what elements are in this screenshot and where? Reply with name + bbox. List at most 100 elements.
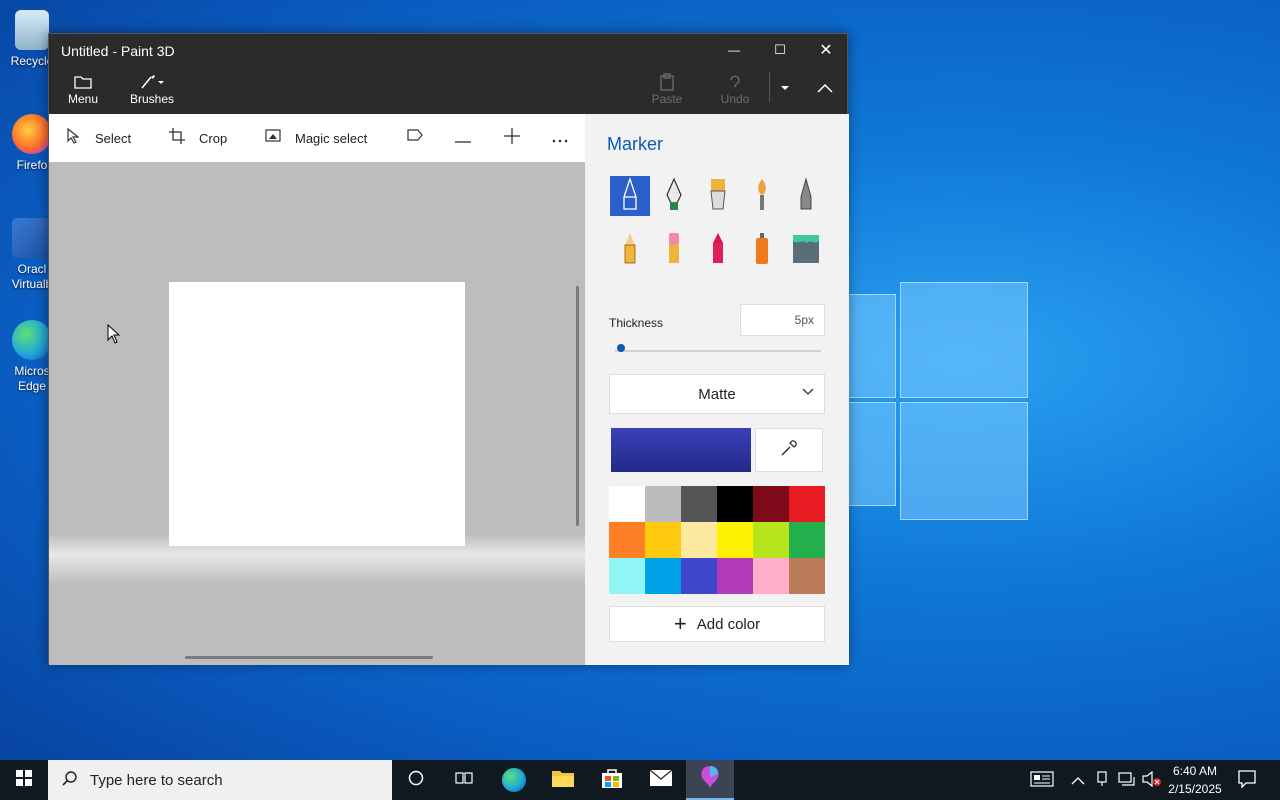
add-color-button[interactable]: + Add color (609, 606, 825, 642)
taskbar-file-explorer[interactable] (539, 760, 587, 800)
color-swatch[interactable] (789, 558, 825, 594)
volume-button[interactable] (1142, 760, 1162, 800)
color-swatch[interactable] (645, 558, 681, 594)
horizontal-scrollbar[interactable] (185, 656, 433, 659)
minus-icon (455, 130, 471, 147)
color-swatch[interactable] (717, 558, 753, 594)
brush-fill-bucket[interactable] (786, 230, 826, 270)
virtualbox-icon (12, 218, 52, 258)
windows-wallpaper-logo (848, 282, 1028, 522)
thickness-slider[interactable] (615, 350, 821, 352)
color-swatch[interactable] (609, 522, 645, 558)
more-options-button[interactable] (552, 130, 568, 147)
brushes-button[interactable]: Brushes (129, 72, 175, 106)
folder-icon (551, 768, 575, 793)
brush-oil[interactable] (698, 176, 738, 216)
network-button[interactable] (1118, 760, 1136, 800)
action-center-button[interactable] (1238, 760, 1256, 800)
brush-pencil[interactable] (610, 230, 650, 270)
eraser-icon (664, 231, 684, 270)
network-icon (1118, 771, 1136, 790)
paint3d-window: Untitled - Paint 3D — ☐ ✕ Menu Brushes P… (48, 33, 849, 665)
maximize-button[interactable]: ☐ (757, 34, 803, 66)
taskbar-search-box[interactable]: Type here to search (48, 760, 392, 800)
magic-select-label: Magic select (295, 130, 368, 146)
color-swatch[interactable] (789, 486, 825, 522)
color-swatch[interactable] (645, 486, 681, 522)
usb-device-button[interactable] (1095, 760, 1109, 800)
eyedropper-button[interactable] (755, 428, 823, 472)
crop-tool[interactable]: Crop (169, 128, 227, 148)
taskbar-edge[interactable] (490, 760, 538, 800)
close-button[interactable]: ✕ (803, 34, 849, 66)
mouse-cursor-icon (107, 323, 121, 344)
clock-time: 6:40 AM (1172, 764, 1218, 778)
brush-eraser[interactable] (654, 230, 694, 270)
zoom-in-button[interactable] (504, 128, 520, 148)
menu-button[interactable]: Menu (63, 72, 103, 106)
pencil-icon (620, 231, 640, 270)
news-icon (1030, 770, 1054, 790)
paste-button[interactable]: Paste (647, 72, 687, 106)
more-dropdown-button[interactable] (775, 78, 795, 98)
brush-watercolor[interactable] (742, 176, 782, 216)
news-widget-button[interactable] (1030, 760, 1054, 800)
thickness-input[interactable]: 5px (740, 304, 825, 336)
brush-crayon[interactable] (698, 230, 738, 270)
undo-button[interactable]: Undo (715, 72, 755, 106)
watercolor-icon (752, 177, 772, 216)
windows-start-icon (16, 769, 32, 791)
window-title: Untitled - Paint 3D (61, 43, 175, 59)
canvas-area[interactable] (49, 162, 585, 665)
magic-select-tool[interactable]: Magic select (265, 129, 367, 147)
color-swatch[interactable] (753, 522, 789, 558)
select-tool[interactable]: Select (65, 127, 132, 148)
plus-icon (504, 128, 520, 148)
color-swatch[interactable] (717, 522, 753, 558)
chevron-down-icon (802, 385, 814, 399)
plus-icon: + (673, 611, 687, 636)
panel-title: Marker (607, 134, 664, 154)
finish-dropdown[interactable]: Matte (609, 374, 825, 414)
eyedropper-icon (780, 439, 798, 462)
brush-marker[interactable] (610, 176, 650, 216)
crayon-icon (708, 231, 728, 270)
current-color[interactable] (611, 428, 751, 472)
color-swatch[interactable] (681, 558, 717, 594)
color-swatch[interactable] (609, 558, 645, 594)
thickness-slider-thumb[interactable] (617, 344, 625, 352)
taskbar-clock[interactable]: 6:40 AM 2/15/2025 (1164, 762, 1226, 798)
taskbar-store[interactable] (588, 760, 636, 800)
minimize-button[interactable]: — (711, 34, 757, 66)
start-button[interactable] (0, 760, 48, 800)
vertical-scrollbar[interactable] (576, 286, 579, 526)
flag-button[interactable] (407, 129, 423, 147)
drawing-canvas[interactable] (169, 282, 465, 546)
color-swatch[interactable] (753, 558, 789, 594)
calligraphy-pen-icon (664, 177, 684, 216)
cortana-button[interactable] (392, 760, 440, 800)
fill-bucket-icon (791, 231, 821, 270)
color-swatch[interactable] (789, 522, 825, 558)
taskbar-paint3d[interactable] (686, 760, 734, 800)
brush-calligraphy-pen[interactable] (654, 176, 694, 216)
color-swatch[interactable] (681, 522, 717, 558)
minimize-icon: — (728, 43, 740, 57)
brush-pixel-pen[interactable] (786, 176, 826, 216)
caret-down-icon (775, 78, 795, 98)
show-hidden-icons-button[interactable] (1071, 760, 1085, 800)
taskbar-mail[interactable] (637, 760, 685, 800)
color-swatch[interactable] (609, 486, 645, 522)
collapse-ribbon-button[interactable] (813, 78, 837, 98)
clipboard-icon (647, 72, 687, 92)
color-swatch[interactable] (717, 486, 753, 522)
color-swatch[interactable] (645, 522, 681, 558)
zoom-out-button[interactable] (455, 130, 471, 147)
flag-icon (407, 129, 423, 147)
select-label: Select (95, 130, 132, 146)
brush-spray-can[interactable] (742, 230, 782, 270)
edge-icon (502, 768, 526, 792)
color-swatch[interactable] (753, 486, 789, 522)
color-swatch[interactable] (681, 486, 717, 522)
task-view-button[interactable] (440, 760, 488, 800)
